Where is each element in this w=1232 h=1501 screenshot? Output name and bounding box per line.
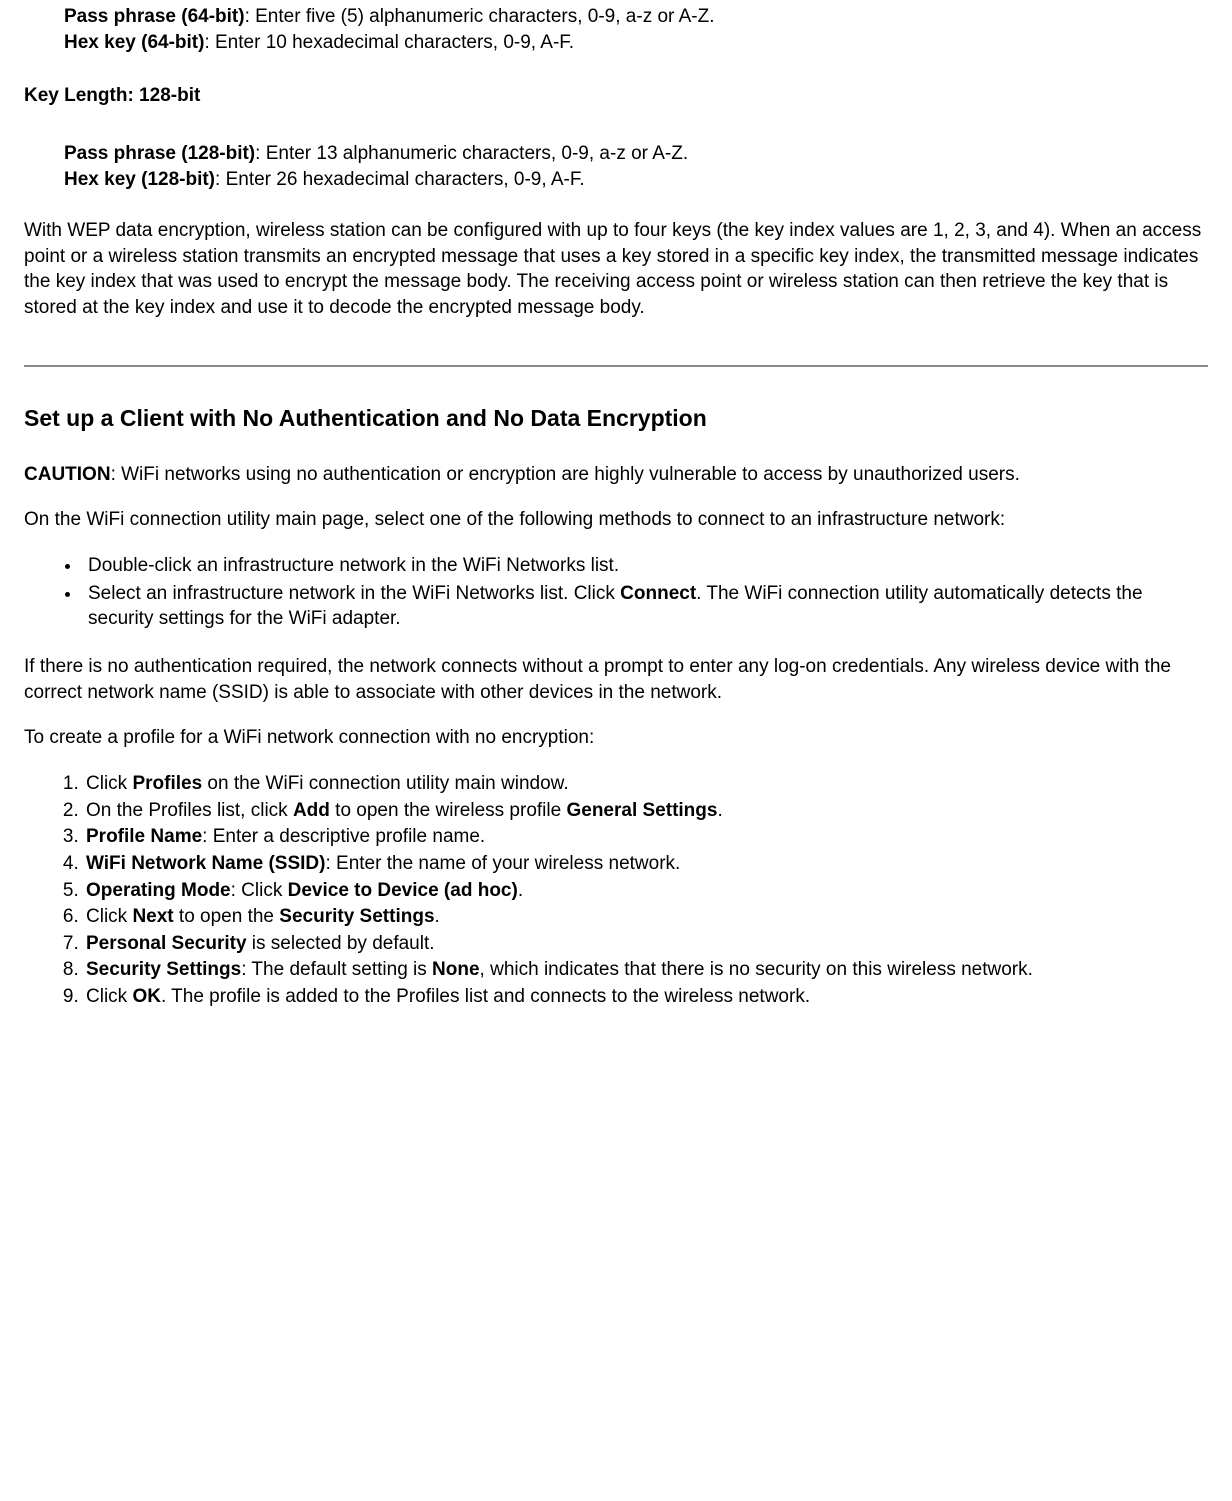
connect-label: Connect: [620, 583, 696, 604]
step-8: Security Settings: The default setting i…: [84, 957, 1208, 983]
method-select-text-a: Select an infrastructure network in the …: [88, 583, 620, 604]
wep-explanation-paragraph: With WEP data encryption, wireless stati…: [24, 218, 1208, 321]
passphrase-64-line: Pass phrase (64-bit): Enter five (5) alp…: [64, 4, 1208, 30]
hexkey-64-text: : Enter 10 hexadecimal characters, 0-9, …: [204, 32, 574, 53]
passphrase-128-label: Pass phrase (128-bit): [64, 143, 255, 164]
connection-methods-list: Double-click an infrastructure network i…: [24, 553, 1208, 632]
step-3: Profile Name: Enter a descriptive profil…: [84, 824, 1208, 850]
caution-paragraph: CAUTION: WiFi networks using no authenti…: [24, 462, 1208, 488]
hexkey-64-label: Hex key (64-bit): [64, 32, 204, 53]
ok-label: OK: [132, 986, 161, 1007]
create-profile-intro: To create a profile for a WiFi network c…: [24, 725, 1208, 751]
passphrase-128-text: : Enter 13 alphanumeric characters, 0-9,…: [255, 143, 688, 164]
general-settings-label: General Settings: [566, 800, 717, 821]
key-64-block: Pass phrase (64-bit): Enter five (5) alp…: [64, 4, 1208, 55]
step-2: On the Profiles list, click Add to open …: [84, 798, 1208, 824]
method-doubleclick: Double-click an infrastructure network i…: [82, 553, 1208, 579]
step-5: Operating Mode: Click Device to Device (…: [84, 878, 1208, 904]
hexkey-64-line: Hex key (64-bit): Enter 10 hexadecimal c…: [64, 30, 1208, 56]
methods-intro-paragraph: On the WiFi connection utility main page…: [24, 507, 1208, 533]
add-label: Add: [293, 800, 330, 821]
section-divider: [24, 365, 1208, 367]
passphrase-128-line: Pass phrase (128-bit): Enter 13 alphanum…: [64, 141, 1208, 167]
step-4: WiFi Network Name (SSID): Enter the name…: [84, 851, 1208, 877]
caution-label: CAUTION: [24, 464, 111, 485]
method-select-connect: Select an infrastructure network in the …: [82, 581, 1208, 632]
profiles-label: Profiles: [132, 773, 202, 794]
no-auth-explanation-paragraph: If there is no authentication required, …: [24, 654, 1208, 705]
step-6: Click Next to open the Security Settings…: [84, 904, 1208, 930]
adhoc-label: Device to Device (ad hoc): [288, 880, 518, 901]
passphrase-64-text: : Enter five (5) alphanumeric characters…: [245, 6, 715, 27]
ssid-label: WiFi Network Name (SSID): [86, 853, 325, 874]
profile-name-label: Profile Name: [86, 826, 202, 847]
step-9: Click OK. The profile is added to the Pr…: [84, 984, 1208, 1010]
caution-text: : WiFi networks using no authentication …: [111, 464, 1020, 485]
security-settings-label: Security Settings: [279, 906, 434, 927]
passphrase-64-label: Pass phrase (64-bit): [64, 6, 245, 27]
operating-mode-label: Operating Mode: [86, 880, 231, 901]
none-label: None: [432, 959, 480, 980]
create-profile-steps: Click Profiles on the WiFi connection ut…: [24, 771, 1208, 1010]
security-settings-step-label: Security Settings: [86, 959, 241, 980]
key-128-block: Pass phrase (128-bit): Enter 13 alphanum…: [64, 141, 1208, 192]
no-auth-heading: Set up a Client with No Authentication a…: [24, 403, 1208, 434]
hexkey-128-line: Hex key (128-bit): Enter 26 hexadecimal …: [64, 167, 1208, 193]
hexkey-128-text: : Enter 26 hexadecimal characters, 0-9, …: [215, 169, 585, 190]
next-label: Next: [132, 906, 173, 927]
key-length-128-heading: Key Length: 128-bit: [24, 83, 1208, 109]
step-7: Personal Security is selected by default…: [84, 931, 1208, 957]
step-1: Click Profiles on the WiFi connection ut…: [84, 771, 1208, 797]
personal-security-label: Personal Security: [86, 933, 247, 954]
hexkey-128-label: Hex key (128-bit): [64, 169, 215, 190]
